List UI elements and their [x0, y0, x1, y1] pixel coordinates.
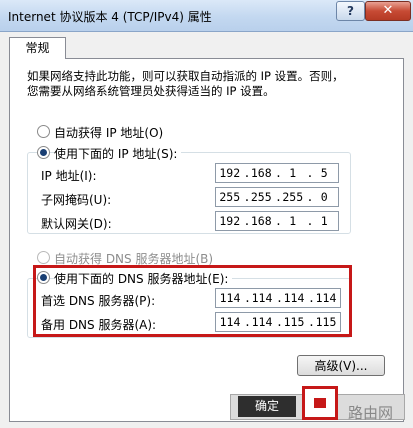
watermark-text: 路由网	[348, 404, 394, 422]
intro-text: 如果网络支持此功能，则可以获取自动指派的 IP 设置。否则， 您需要从网络系统管…	[27, 69, 377, 99]
ip-address-input[interactable]: 192. 168. 1. 5	[215, 163, 339, 183]
radio-ip-manual[interactable]	[37, 146, 50, 159]
tab-general[interactable]: 常规	[9, 37, 66, 59]
help-button[interactable]: ?	[336, 1, 365, 21]
dns-highlight-box	[33, 265, 352, 337]
close-button[interactable]: ✕	[365, 1, 411, 21]
title-bar[interactable]: Internet 协议版本 4 (TCP/IPv4) 属性 ? ✕	[0, 0, 413, 32]
watermark-logo-icon	[302, 386, 338, 420]
gateway-input[interactable]: 192. 168. 1. 1	[215, 211, 339, 231]
radio-ip-auto-label[interactable]: 自动获得 IP 地址(O)	[54, 124, 163, 141]
advanced-button[interactable]: 高级(V)...	[297, 355, 385, 376]
intro-line-2: 您需要从网络系统管理员处获得适当的 IP 设置。	[27, 84, 275, 98]
ok-button[interactable]: 确定	[238, 396, 296, 417]
radio-ip-auto[interactable]	[37, 125, 50, 138]
subnet-mask-label: 子网掩码(U):	[41, 193, 112, 207]
subnet-mask-input[interactable]: 255. 255. 255. 0	[215, 187, 339, 207]
window-title: Internet 协议版本 4 (TCP/IPv4) 属性	[8, 10, 212, 24]
radio-dns-auto[interactable]	[37, 251, 50, 264]
ip-address-label: IP 地址(I):	[41, 169, 97, 183]
intro-line-1: 如果网络支持此功能，则可以获取自动指派的 IP 设置。否则，	[27, 69, 344, 83]
gateway-label: 默认网关(D):	[41, 217, 112, 231]
radio-ip-manual-label[interactable]: 使用下面的 IP 地址(S):	[54, 145, 182, 162]
